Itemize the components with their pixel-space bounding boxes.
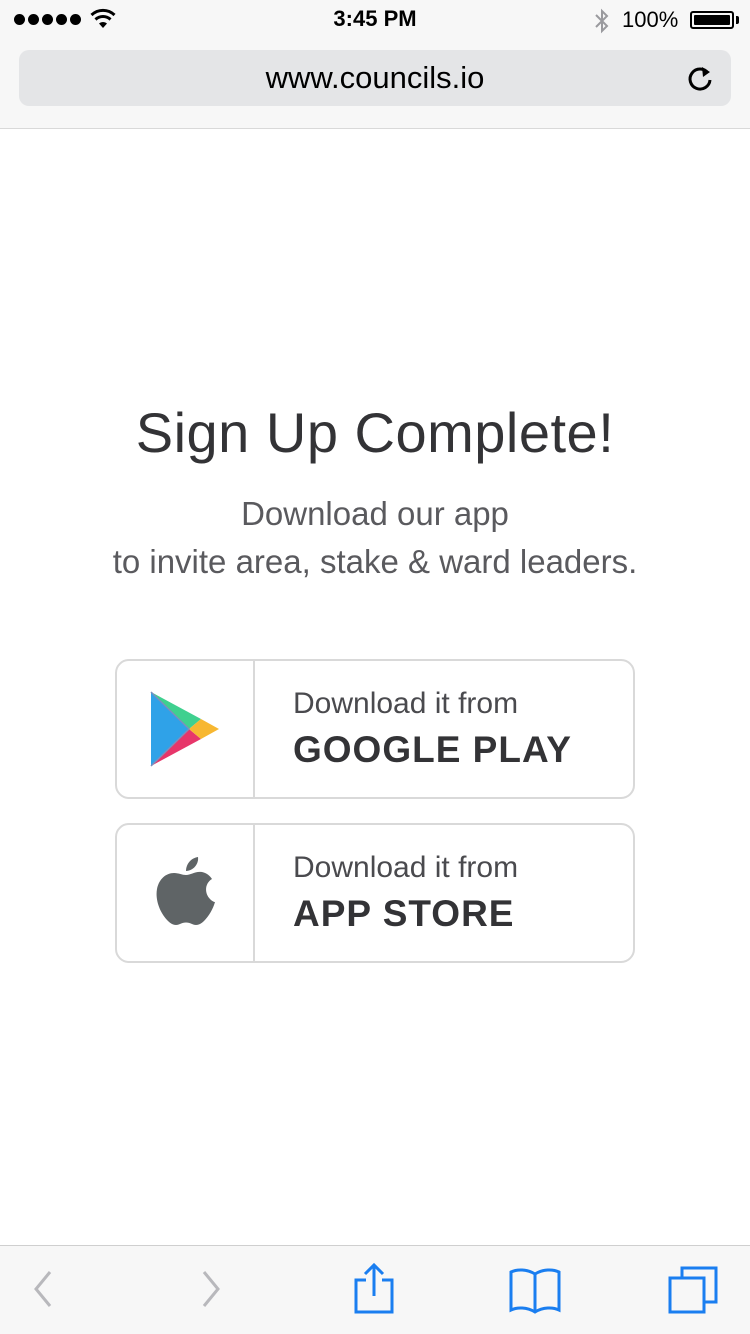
battery-percent: 100% (622, 7, 679, 32)
google-play-icon (150, 691, 219, 767)
apple-icon (156, 857, 215, 925)
google-play-line1: Download it from (293, 687, 519, 720)
page-subtitle: Download our app to invite area, stake &… (0, 490, 750, 586)
reload-icon[interactable] (685, 63, 715, 93)
bookmarks-icon[interactable] (507, 1266, 563, 1316)
share-icon[interactable] (352, 1262, 396, 1316)
google-play-icon-cell (117, 661, 255, 797)
address-bar[interactable]: www.councils.io (19, 50, 731, 106)
forward-icon[interactable] (196, 1266, 226, 1312)
subtitle-line-2: to invite area, stake & ward leaders. (112, 543, 638, 580)
google-play-button[interactable]: Download it from GOOGLE PLAY (115, 659, 635, 799)
page-title: Sign Up Complete! (135, 401, 615, 464)
app-store-line2: APP STORE (293, 893, 515, 934)
battery-icon (690, 11, 734, 29)
browser-top-bar: 3:45 PM 100% www.councils.io (0, 0, 750, 129)
url-text: www.councils.io (265, 60, 485, 95)
subtitle-line-1: Download our app (241, 495, 509, 532)
apple-icon-cell (117, 825, 255, 961)
google-play-line2: GOOGLE PLAY (293, 729, 572, 770)
battery-nub (736, 16, 739, 24)
app-store-line1: Download it from (293, 851, 519, 884)
app-store-button[interactable]: Download it from APP STORE (115, 823, 635, 963)
back-icon[interactable] (28, 1266, 58, 1312)
status-bar: 3:45 PM 100% (0, 0, 750, 40)
tabs-icon[interactable] (666, 1264, 720, 1316)
bluetooth-icon (595, 8, 609, 34)
browser-toolbar (0, 1245, 750, 1334)
